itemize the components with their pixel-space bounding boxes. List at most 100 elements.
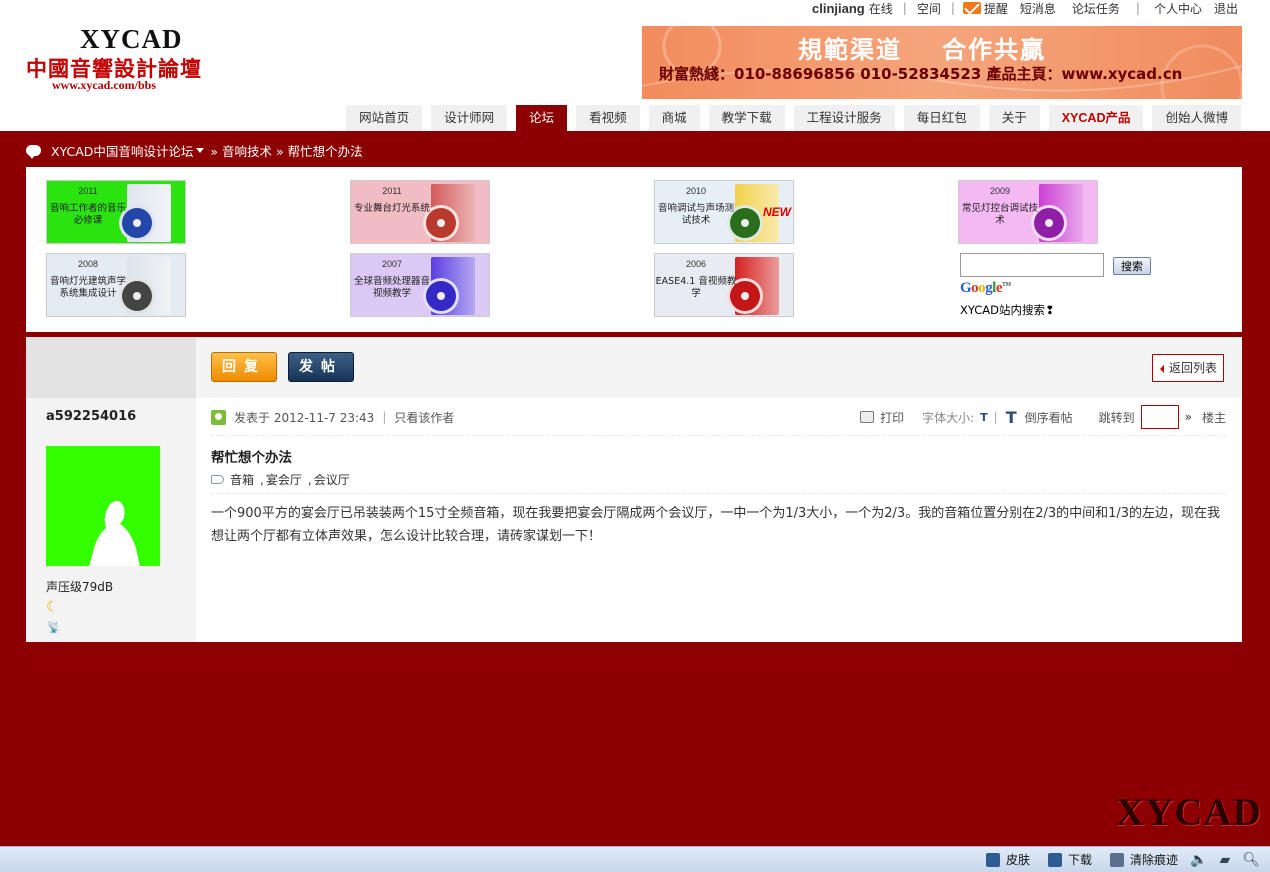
printer-icon[interactable] — [860, 411, 875, 423]
nav-tab[interactable]: 创始人微博 — [1152, 105, 1241, 131]
tasks-link[interactable]: 论坛任务 — [1072, 0, 1120, 17]
search-button[interactable]: 搜索 — [1113, 257, 1151, 275]
product-year: 2010 — [685, 186, 707, 196]
username-link[interactable]: clinjiang — [812, 1, 865, 16]
font-large-button[interactable]: T — [1006, 408, 1017, 427]
product-ad[interactable]: 2011 音响工作者的音乐必修课 — [46, 180, 186, 244]
banner-contact: 財富熱綫：010-88696856 010-52834523 產品主頁：www.… — [659, 65, 1183, 83]
product-year: 2009 — [989, 186, 1011, 196]
reverse-order-link[interactable]: 倒序看帖 — [1025, 409, 1073, 426]
google-logo: GoogleTM — [960, 280, 1011, 296]
jump-go-button[interactable]: » — [1185, 410, 1192, 424]
font-small-button[interactable]: T — [980, 411, 988, 424]
corner-logo: XYCAD — [1116, 786, 1270, 836]
only-author-link[interactable]: 只看该作者 — [394, 409, 454, 426]
breadcrumb-topic[interactable]: » 帮忙想个办法 — [276, 141, 363, 160]
product-year: 2011 — [382, 186, 402, 196]
logo-text-en: XYCAD — [80, 24, 183, 54]
site-logo[interactable]: XYCAD 中國音響設計論壇 www.xycad.com/bbs — [26, 20, 226, 100]
ad-banner[interactable]: 規範渠道 合作共贏 財富熱綫：010-88696856 010-52834523 … — [642, 26, 1242, 99]
post: a592254016 声压级79dB ☾ 📡 发表于 2012-11-7 23:… — [26, 398, 1242, 642]
clear-traces-button[interactable]: 清除痕迹 — [1109, 851, 1178, 868]
product-ad[interactable]: 2010 音响调试与声场测试技术 NEW — [654, 180, 794, 244]
jump-floor-input[interactable] — [1140, 405, 1179, 429]
product-ad[interactable]: 2011 专业舞台灯光系统 — [350, 180, 490, 244]
tag-link[interactable]: 宴会厅 — [266, 471, 302, 488]
font-size-label: 字体大小: — [922, 410, 975, 425]
author-column: a592254016 声压级79dB ☾ 📡 — [26, 398, 196, 642]
post-toolbar: 回复 发帖 返回列表 — [26, 337, 1242, 398]
nav-tab[interactable]: 商城 — [648, 105, 700, 131]
network-icon[interactable]: ▰ — [1219, 852, 1230, 868]
download-button[interactable]: 下载 — [1047, 851, 1092, 868]
corner-logo-text: XYCAD — [1116, 791, 1262, 834]
nav-tab[interactable]: XYCAD产品 — [1048, 105, 1144, 131]
avatar-figure — [89, 500, 140, 566]
post-meta: 发表于 2012-11-7 23:43 | 只看该作者 打印 字体大小: T |… — [211, 405, 1226, 429]
product-ad[interactable]: 2009 常见灯控台调试技术 — [958, 180, 1098, 244]
breadcrumb-forum[interactable]: XYCAD中国音响设计论坛 — [51, 141, 193, 160]
nav-tab[interactable]: 关于 — [988, 105, 1040, 131]
product-title: 全球音频处理器音视频教学 — [353, 276, 430, 299]
user-icon — [211, 409, 226, 425]
space-link[interactable]: 空间 — [917, 0, 941, 17]
skin-button[interactable]: 皮肤 — [985, 851, 1030, 868]
speaker-icon[interactable]: 🔈 — [1190, 852, 1207, 868]
nav-tab[interactable]: 教学下载 — [708, 105, 785, 131]
jump-label: 跳转到 — [1098, 410, 1135, 425]
toolbar-left-spacer — [26, 337, 196, 398]
product-ad[interactable]: 2008 音响灯光建筑声学系统集成设计 — [46, 253, 186, 317]
product-year: 2006 — [685, 259, 707, 269]
post-date: 发表于 2012-11-7 23:43 — [234, 410, 375, 425]
nav-tab[interactable]: 网站首页 — [346, 105, 423, 131]
broom-icon — [1109, 852, 1124, 867]
nav-tab[interactable]: 看视频 — [576, 105, 640, 131]
banner-slogan: 規範渠道 合作共贏 — [798, 36, 1046, 64]
post-tools: 打印 字体大小: T | T 倒序看帖 跳转到 » 楼主 — [860, 405, 1226, 429]
product-year: 2008 — [77, 259, 99, 269]
site-search: 搜索 GoogleTM XYCAD站内搜索❢ — [960, 253, 1151, 317]
logo-url: www.xycad.com/bbs — [52, 78, 157, 92]
main-nav: 网站首页 设计师网 论坛 看视频 商城 教学下载 工程设计服务 每日红包 关于 XYCAD产品 创始… — [337, 105, 1241, 131]
breadcrumb: XYCAD中国音响设计论坛 » 音响技术 » 帮忙想个办法 — [26, 140, 363, 160]
product-title: 音响工作者的音乐必修课 — [49, 203, 126, 226]
online-status: 在线 — [868, 1, 893, 16]
nav-tab[interactable]: 每日红包 — [903, 105, 980, 131]
product-ads-panel: 2011 音响工作者的音乐必修课 2011 专业舞台灯光系统 2010 音响调试与声场测试… — [26, 167, 1242, 332]
search-input[interactable] — [960, 253, 1104, 277]
product-title: 常见灯控台调试技术 — [961, 203, 1038, 226]
profile-link[interactable]: 个人中心 — [1154, 0, 1202, 17]
reply-button[interactable]: 回复 — [211, 352, 277, 382]
messages-link[interactable]: 短消息 — [1020, 0, 1056, 17]
product-ad[interactable]: 2006 EASE4.1 音视频教学 — [654, 253, 794, 317]
tag-link[interactable]: 音箱 — [230, 471, 254, 488]
nav-tab[interactable]: 工程设计服务 — [793, 105, 895, 131]
browser-status-bar: 皮肤 下载 清除痕迹 🔈 ▰ 🔍︎ — [0, 846, 1270, 872]
print-link[interactable]: 打印 — [880, 409, 904, 426]
separator: | — [902, 1, 907, 15]
new-badge: NEW — [763, 205, 791, 219]
divider — [211, 493, 1226, 494]
product-title: 音响灯光建筑声学系统集成设计 — [49, 276, 126, 299]
post-tags: 音箱 , 宴会厅 , 会议厅 — [211, 471, 350, 488]
product-ad[interactable]: 2007 全球音频处理器音视频教学 — [350, 253, 490, 317]
zoom-icon[interactable]: 🔍︎ — [1242, 852, 1260, 868]
top-links: clinjiang 在线 | 空间 | 提醒 短消息 论坛任务 | 个人中心 退… — [804, 0, 1238, 16]
chevron-down-icon[interactable] — [196, 147, 205, 153]
moon-icon: ☾ — [46, 599, 59, 615]
site-search-label: XYCAD站内搜索❢ — [960, 303, 1055, 317]
post-content: 一个900平方的宴会厅已吊装装两个15寸全频音箱，现在我要把宴会厅隔成两个会议厅… — [211, 506, 1221, 544]
back-to-list-button[interactable]: 返回列表 — [1152, 354, 1224, 382]
product-year: 2007 — [381, 259, 403, 269]
nav-tab[interactable]: 论坛 — [516, 105, 568, 131]
new-post-button[interactable]: 发帖 — [288, 352, 354, 382]
skin-icon — [985, 852, 1000, 867]
breadcrumb-section[interactable]: » 音响技术 — [210, 141, 272, 160]
author-name[interactable]: a592254016 — [46, 409, 136, 424]
nav-tab[interactable]: 设计师网 — [431, 105, 508, 131]
remind-link[interactable]: 提醒 — [962, 0, 1008, 17]
tag-link[interactable]: 会议厅 — [314, 471, 350, 488]
tag-icon — [211, 475, 224, 484]
avatar[interactable] — [46, 446, 160, 566]
logout-link[interactable]: 退出 — [1214, 0, 1238, 17]
